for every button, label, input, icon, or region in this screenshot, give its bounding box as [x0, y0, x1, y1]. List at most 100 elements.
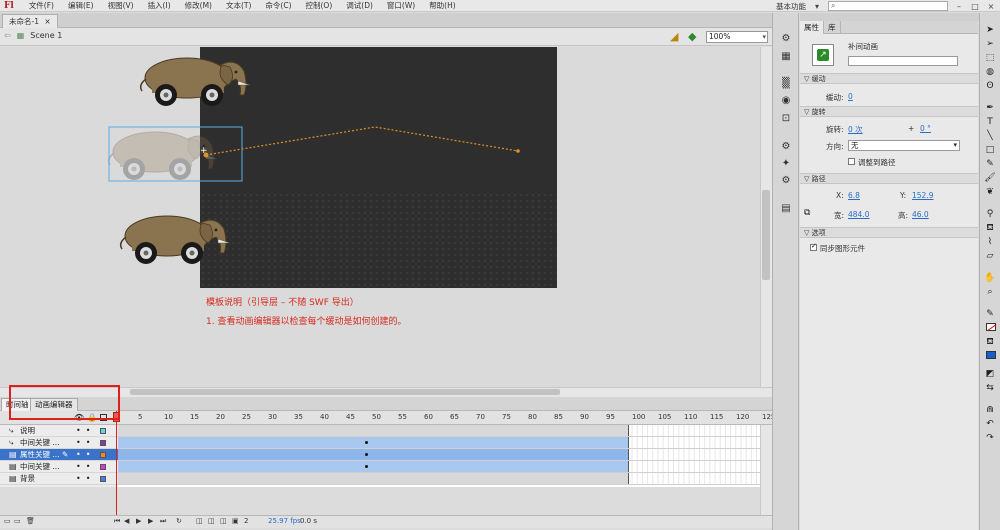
motion-path-end[interactable]	[516, 149, 520, 153]
play-icon[interactable]: ▶	[136, 517, 141, 525]
pen-tool-icon[interactable]: ✒	[984, 103, 996, 114]
menu-control[interactable]: 控制(O)	[299, 0, 340, 11]
layer-row[interactable]: ▤ 中间关键 ... ••	[0, 461, 118, 473]
rotate-degrees[interactable]: 0 °	[920, 124, 931, 133]
document-tab[interactable]: 未命名-1 ×	[2, 14, 58, 28]
color-panel-icon[interactable]: ▒	[780, 78, 792, 90]
hand-tool-icon[interactable]: ✋	[984, 273, 996, 284]
layer-toggles[interactable]: ••	[76, 425, 95, 437]
menu-view[interactable]: 视图(V)	[101, 0, 141, 11]
brush-tool-icon[interactable]: 🖌	[984, 173, 996, 184]
edit-multiple-icon[interactable]: ◫	[220, 517, 227, 525]
bone-tool-icon[interactable]: ⚲	[984, 209, 996, 220]
section-options[interactable]: ▽ 选项	[800, 227, 978, 238]
frame-row[interactable]	[118, 473, 760, 485]
keyframe[interactable]	[365, 465, 368, 468]
close-tab-icon[interactable]: ×	[44, 17, 50, 26]
layer-toggles[interactable]: ••	[76, 449, 95, 461]
height-value[interactable]: 46.0	[912, 210, 929, 219]
subselection-tool-icon[interactable]: ➢	[984, 39, 996, 50]
step-forward-icon[interactable]: ▶	[148, 517, 153, 525]
layer-toggles[interactable]: ••	[76, 437, 95, 449]
first-frame-icon[interactable]: ⏮	[114, 517, 120, 526]
info-panel-icon[interactable]: ▦	[780, 51, 792, 63]
y-value[interactable]: 152.9	[912, 191, 933, 200]
menu-file[interactable]: 文件(F)	[22, 0, 61, 11]
menu-modify[interactable]: 修改(M)	[178, 0, 219, 11]
delete-layer-icon[interactable]: 🗑	[26, 517, 35, 525]
static-frames[interactable]	[118, 473, 629, 484]
lasso-tool-icon[interactable]: ʘ	[984, 81, 996, 92]
menu-help[interactable]: 帮助(H)	[422, 0, 463, 11]
layer-color-swatch[interactable]	[100, 452, 106, 458]
3d-rotation-tool-icon[interactable]: ◍	[984, 67, 996, 78]
deco-tool-icon[interactable]: ❦	[984, 187, 996, 198]
sync-symbols-checkbox[interactable]: ✓	[810, 242, 817, 251]
step-back-icon[interactable]: ◀	[124, 517, 129, 525]
layer-row[interactable]: ▤ 背景 ••	[0, 473, 118, 485]
link-dimensions-icon[interactable]: ⧉	[804, 208, 810, 218]
swatches-panel-icon[interactable]: ◉	[780, 95, 792, 107]
width-value[interactable]: 484.0	[848, 210, 869, 219]
menu-commands[interactable]: 命令(C)	[258, 0, 298, 11]
section-rotate[interactable]: ▽ 旋转	[800, 106, 978, 117]
actions-panel-icon[interactable]: ⚙	[780, 175, 792, 187]
tab-library[interactable]: 库	[824, 21, 841, 34]
fill-color-icon[interactable]: ⛾	[984, 337, 996, 348]
layer-toggles[interactable]: ••	[76, 461, 95, 473]
onion-markers-icon[interactable]: ▣	[232, 517, 239, 525]
snap-to-objects-icon[interactable]: ⋒	[984, 405, 996, 416]
instance-name-input[interactable]	[848, 56, 958, 66]
timeline-vertical-scrollbar[interactable]	[760, 425, 772, 515]
new-layer-icon[interactable]: ▭	[4, 517, 11, 525]
zoom-tool-icon[interactable]: ⌕	[984, 287, 996, 298]
orient-to-path-checkbox[interactable]	[848, 158, 855, 165]
stage-horizontal-scroll-thumb[interactable]	[130, 389, 560, 395]
zoom-select[interactable]: 100% ▾	[706, 31, 768, 43]
section-ease[interactable]: ▽ 缓动	[800, 73, 978, 84]
align-panel-icon[interactable]: ⚙	[780, 33, 792, 45]
static-frames[interactable]	[118, 425, 629, 436]
eyedropper-tool-icon[interactable]: ⌇	[984, 237, 996, 248]
paint-bucket-tool-icon[interactable]: ⛾	[984, 223, 996, 234]
default-colors-icon[interactable]: ◩	[984, 369, 996, 380]
menu-insert[interactable]: 插入(I)	[141, 0, 178, 11]
minimize-icon[interactable]: –	[954, 2, 964, 11]
new-folder-icon[interactable]: ▭	[14, 517, 21, 525]
tab-properties[interactable]: 属性	[800, 21, 824, 34]
stroke-color-icon[interactable]: ✎	[984, 309, 996, 320]
layer-color-swatch[interactable]	[100, 476, 106, 482]
frame-ruler[interactable]: 5 10 15 20 25 30 35 40 45 50 55 60 65 70 75 80 85 90 95 100…	[118, 411, 775, 425]
edit-scene-icon[interactable]: ◢	[670, 30, 678, 43]
frame-row[interactable]	[118, 449, 760, 461]
stroke-color-swatch[interactable]	[986, 323, 997, 331]
text-tool-icon[interactable]: T	[984, 117, 996, 128]
onion-skin-icon[interactable]: ◫	[196, 517, 203, 525]
direction-select[interactable]: 无 ▾	[848, 140, 960, 151]
scene-label[interactable]: Scene 1	[30, 31, 62, 40]
straighten-icon[interactable]: ↷	[984, 433, 996, 444]
last-frame-icon[interactable]: ⏭	[160, 517, 166, 526]
back-arrow-icon[interactable]: ⇦	[4, 31, 11, 40]
frame-grid[interactable]	[118, 425, 760, 487]
project-panel-icon[interactable]: ▤	[780, 203, 792, 215]
help-search-input[interactable]: ⌕	[828, 1, 948, 11]
line-tool-icon[interactable]: ╲	[984, 131, 996, 142]
layer-row[interactable]: ⤷ 说明 ••	[0, 425, 118, 437]
components-panel-icon[interactable]: ⚙	[780, 141, 792, 153]
menu-debug[interactable]: 调试(D)	[339, 0, 380, 11]
layer-toggles[interactable]: ••	[76, 473, 95, 485]
tween-span[interactable]	[118, 461, 629, 472]
eraser-tool-icon[interactable]: ▱	[984, 251, 996, 262]
tween-span[interactable]	[118, 437, 629, 448]
frame-row[interactable]	[118, 461, 760, 473]
motion-path[interactable]	[205, 126, 519, 156]
keyframe[interactable]	[365, 453, 368, 456]
rotate-times[interactable]: 0 次	[848, 124, 863, 135]
layer-row-selected[interactable]: ▤ 属性关键 ... ✎ ••	[0, 449, 118, 461]
stage-vertical-scroll-thumb[interactable]	[762, 190, 770, 280]
close-icon[interactable]: ×	[986, 2, 996, 11]
transform-panel-icon[interactable]: ⊡	[780, 113, 792, 125]
onion-outline-icon[interactable]: ◫	[208, 517, 215, 525]
keyframe[interactable]	[365, 441, 368, 444]
